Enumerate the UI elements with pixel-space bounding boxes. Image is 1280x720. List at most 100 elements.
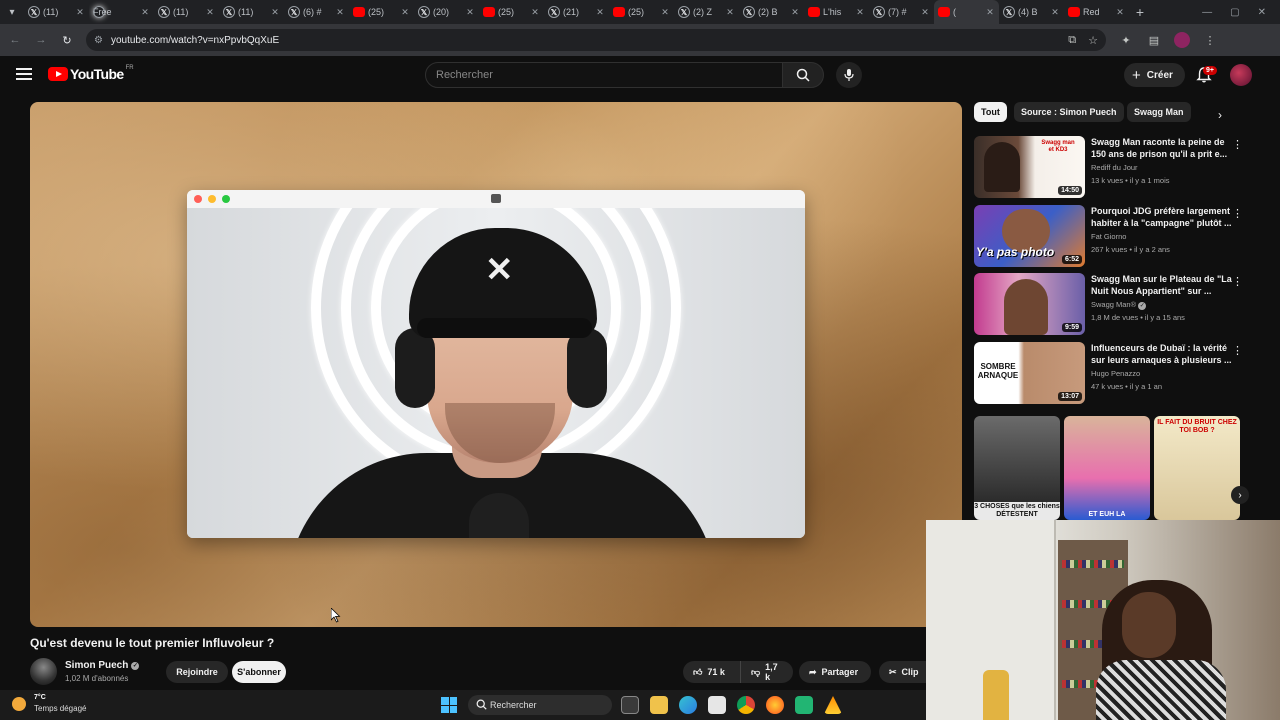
omnibox[interactable]: ⚙ youtube.com/watch?v=nxPpvbQqXuE ⧉ ☆ xyxy=(86,29,1106,51)
extensions-icon[interactable]: ✦ xyxy=(1118,34,1134,47)
more-options-icon[interactable]: ⋮ xyxy=(1232,138,1243,151)
vlc-icon[interactable] xyxy=(824,696,842,714)
channel-name[interactable]: Simon Puech xyxy=(65,660,128,671)
recommendation-channel[interactable]: Swagg Man® ✓ xyxy=(1091,300,1147,310)
youtube-logo[interactable]: YouTube FR xyxy=(48,65,134,82)
chevron-right-icon[interactable]: › xyxy=(1218,108,1222,122)
close-tab-icon[interactable]: ✕ xyxy=(335,7,345,18)
chevron-right-icon[interactable]: › xyxy=(1231,486,1249,504)
file-explorer-icon[interactable] xyxy=(650,696,668,714)
forward-icon[interactable]: → xyxy=(34,34,48,46)
browser-tab[interactable]: 𝕏 (2) B ✕ xyxy=(739,0,804,24)
tab-search-icon[interactable]: ▾ xyxy=(0,0,24,24)
close-tab-icon[interactable]: ✕ xyxy=(1050,7,1060,18)
short-item[interactable]: ET EUH LA xyxy=(1064,416,1150,520)
browser-tab[interactable]: 𝕏 (6) # ✕ xyxy=(284,0,349,24)
chip-source[interactable]: Source : Simon Puech xyxy=(1014,102,1124,122)
chrome-icon[interactable] xyxy=(737,696,755,714)
video-player[interactable]: ✕ xyxy=(30,102,962,627)
recommendation-title[interactable]: Swagg Man sur le Plateau de "La Nuit Nou… xyxy=(1091,273,1233,297)
short-item[interactable]: 3 CHOSES que les chiens DÉTESTENT xyxy=(974,416,1060,520)
channel-avatar[interactable] xyxy=(30,658,57,685)
taskbar-search[interactable]: Rechercher xyxy=(468,695,612,715)
minimize-icon[interactable]: — xyxy=(1202,7,1212,18)
recommendation-item[interactable]: 9:59 Swagg Man sur le Plateau de "La Nui… xyxy=(974,273,1244,335)
weather-description[interactable]: Temps dégagé xyxy=(34,704,86,713)
app-green-icon[interactable] xyxy=(795,696,813,714)
recommendation-item[interactable]: Swagg man et KD3 14:50 Swagg Man raconte… xyxy=(974,136,1244,198)
video-thumbnail[interactable]: Swagg man et KD3 14:50 xyxy=(974,136,1085,198)
create-button[interactable]: + Créer xyxy=(1124,63,1185,87)
close-window-icon[interactable]: ✕ xyxy=(1258,7,1266,18)
browser-tab[interactable]: 𝕏 (2) Z ✕ xyxy=(674,0,739,24)
browser-tab[interactable]: Red ✕ xyxy=(1064,0,1129,24)
video-thumbnail[interactable]: 9:59 xyxy=(974,273,1085,335)
close-tab-icon[interactable]: ✕ xyxy=(530,7,540,18)
weather-temperature[interactable]: 7°C xyxy=(34,694,46,701)
search-button[interactable] xyxy=(782,62,824,88)
recommendation-channel[interactable]: Fat Giorno xyxy=(1091,232,1126,241)
browser-tab[interactable]: (25) ✕ xyxy=(609,0,674,24)
video-thumbnail[interactable]: Y'a pas photo 6:52 xyxy=(974,205,1085,267)
recommendation-channel[interactable]: Hugo Penazzo xyxy=(1091,369,1140,378)
tab-search-panel-icon[interactable]: ▤ xyxy=(1146,34,1162,47)
close-tab-icon[interactable]: ✕ xyxy=(855,7,865,18)
short-item[interactable]: IL FAIT DU BRUIT CHEZ TOI BOB ? xyxy=(1154,416,1240,520)
browser-tab[interactable]: 𝕏 (11) ✕ xyxy=(154,0,219,24)
close-tab-icon[interactable]: ✕ xyxy=(790,7,800,18)
firefox-icon[interactable] xyxy=(766,696,784,714)
more-options-icon[interactable]: ⋮ xyxy=(1232,207,1243,220)
video-thumbnail[interactable]: SOMBRE ARNAQUE 13:07 xyxy=(974,342,1085,404)
browser-tab[interactable]: (25) ✕ xyxy=(479,0,544,24)
join-button[interactable]: Rejoindre xyxy=(166,661,228,683)
close-tab-icon[interactable]: ✕ xyxy=(985,7,995,18)
recommendation-channel[interactable]: Rediff du Jour xyxy=(1091,163,1138,172)
recommendation-title[interactable]: Influenceurs de Dubaï : la vérité sur le… xyxy=(1091,342,1233,366)
search-input[interactable]: Rechercher xyxy=(425,62,783,88)
close-tab-icon[interactable]: ✕ xyxy=(725,7,735,18)
browser-tab[interactable]: 𝕏 (7) # ✕ xyxy=(869,0,934,24)
clip-button[interactable]: ✂ Clip xyxy=(879,661,929,683)
browser-tab[interactable]: 𝕏 (11) ✕ xyxy=(219,0,284,24)
subscribe-button[interactable]: S'abonner xyxy=(232,661,286,683)
dislike-button[interactable]: 👎︎ 1,7 k xyxy=(741,661,793,683)
weather-moon-icon[interactable] xyxy=(12,697,26,711)
voice-search-button[interactable] xyxy=(836,62,862,88)
profile-avatar[interactable] xyxy=(1174,32,1190,48)
close-tab-icon[interactable]: ✕ xyxy=(140,7,150,18)
close-tab-icon[interactable]: ✕ xyxy=(205,7,215,18)
browser-tab[interactable]: L'his ✕ xyxy=(804,0,869,24)
maximize-icon[interactable]: ▢ xyxy=(1230,7,1239,18)
browser-tab[interactable]: (✕ xyxy=(934,0,999,24)
share-button[interactable]: ➦ Partager xyxy=(799,661,871,683)
more-options-icon[interactable]: ⋮ xyxy=(1232,344,1243,357)
new-tab-button[interactable]: + xyxy=(1129,4,1151,20)
browser-menu-icon[interactable]: ⋮ xyxy=(1202,34,1218,47)
reload-icon[interactable]: ↻ xyxy=(60,34,74,47)
close-tab-icon[interactable]: ✕ xyxy=(400,7,410,18)
account-avatar[interactable] xyxy=(1230,64,1252,86)
browser-tab[interactable]: 𝕏 (11) ✕ xyxy=(24,0,89,24)
browser-tab[interactable]: 𝕏 (20) ✕ xyxy=(414,0,479,24)
recommendation-item[interactable]: SOMBRE ARNAQUE 13:07 Influenceurs de Dub… xyxy=(974,342,1244,404)
browser-tab[interactable]: 𝕏 (4) B ✕ xyxy=(999,0,1064,24)
close-tab-icon[interactable]: ✕ xyxy=(920,7,930,18)
browser-tab[interactable]: (25) ✕ xyxy=(349,0,414,24)
recommendation-title[interactable]: Swagg Man raconte la peine de 150 ans de… xyxy=(1091,136,1233,160)
like-button[interactable]: 👍︎ 71 k xyxy=(683,661,741,683)
site-info-icon[interactable]: ⚙ xyxy=(94,35,103,46)
close-tab-icon[interactable]: ✕ xyxy=(660,7,670,18)
bookmark-star-icon[interactable]: ☆ xyxy=(1088,34,1098,47)
close-tab-icon[interactable]: ✕ xyxy=(595,7,605,18)
browser-tab[interactable]: 𝕏 (21) ✕ xyxy=(544,0,609,24)
chip-swagg-man[interactable]: Swagg Man xyxy=(1127,102,1191,122)
install-app-icon[interactable]: ⧉ xyxy=(1068,34,1076,47)
menu-icon[interactable] xyxy=(16,68,32,80)
recommendation-title[interactable]: Pourquoi JDG préfère largement habiter à… xyxy=(1091,205,1233,229)
store-icon[interactable] xyxy=(708,696,726,714)
close-tab-icon[interactable]: ✕ xyxy=(270,7,280,18)
channel-name[interactable]: Swagg Man® xyxy=(1091,300,1136,309)
back-icon[interactable]: ← xyxy=(8,34,22,46)
chip-all[interactable]: Tout xyxy=(974,102,1007,122)
more-options-icon[interactable]: ⋮ xyxy=(1232,275,1243,288)
